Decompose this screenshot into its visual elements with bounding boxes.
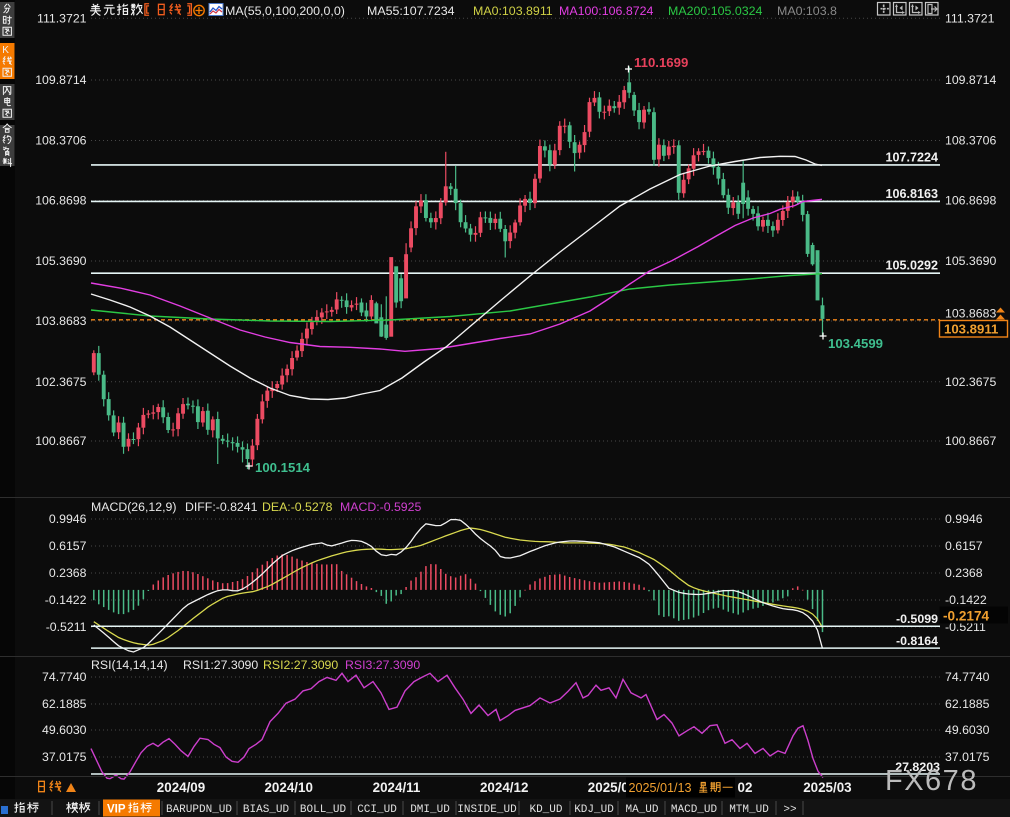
- svg-text:100.8667: 100.8667: [945, 434, 996, 448]
- svg-text:>>: >>: [783, 804, 796, 816]
- svg-text:2025/03: 2025/03: [803, 780, 851, 795]
- svg-text:100.1514: 100.1514: [255, 460, 311, 475]
- svg-text:105.3690: 105.3690: [945, 254, 996, 268]
- svg-text:0.2368: 0.2368: [945, 566, 983, 580]
- svg-text:FX678: FX678: [885, 765, 978, 797]
- svg-text:109.8714: 109.8714: [35, 73, 86, 87]
- svg-text:BARUPDN_UD: BARUPDN_UD: [166, 804, 232, 816]
- svg-text:DEA:-0.5278: DEA:-0.5278: [262, 500, 333, 514]
- svg-text:KD_UD: KD_UD: [529, 804, 562, 816]
- svg-text:MACD_UD: MACD_UD: [671, 804, 718, 816]
- svg-text:111.3721: 111.3721: [37, 12, 87, 26]
- svg-text:105.0292: 105.0292: [885, 259, 938, 273]
- svg-text:37.0175: 37.0175: [945, 750, 990, 764]
- svg-text:-0.5099: -0.5099: [896, 612, 938, 626]
- svg-text:37.0175: 37.0175: [42, 750, 87, 764]
- svg-text:108.3706: 108.3706: [35, 134, 86, 148]
- svg-text:0.2368: 0.2368: [49, 566, 87, 580]
- svg-text:02: 02: [738, 780, 753, 795]
- svg-text:49.6030: 49.6030: [945, 723, 990, 737]
- svg-text:103.8683: 103.8683: [35, 314, 86, 328]
- svg-text:103.8911: 103.8911: [944, 322, 998, 337]
- svg-text:VIP: VIP: [107, 804, 126, 816]
- svg-text:2024/12: 2024/12: [480, 780, 528, 795]
- svg-text:K: K: [2, 45, 9, 56]
- svg-text:105.3690: 105.3690: [35, 254, 86, 268]
- svg-text:MA0:103.8: MA0:103.8: [777, 4, 837, 18]
- svg-text:0.9946: 0.9946: [945, 512, 983, 526]
- svg-text:MTM_UD: MTM_UD: [729, 804, 769, 816]
- svg-text:BIAS_UD: BIAS_UD: [243, 804, 290, 816]
- svg-text:RSI(14,14,14): RSI(14,14,14): [91, 658, 168, 672]
- svg-text:106.8698: 106.8698: [35, 194, 86, 208]
- svg-text:DMI_UD: DMI_UD: [410, 804, 450, 816]
- svg-text:74.7740: 74.7740: [42, 670, 87, 684]
- svg-text:108.3706: 108.3706: [945, 134, 996, 148]
- svg-text:102.3675: 102.3675: [35, 375, 86, 389]
- svg-text:RSI1:27.3090: RSI1:27.3090: [183, 658, 258, 672]
- svg-text:CCI_UD: CCI_UD: [357, 804, 397, 816]
- svg-text:MA_UD: MA_UD: [625, 804, 658, 816]
- svg-text:MA0:103.8911: MA0:103.8911: [473, 4, 553, 18]
- svg-text:-0.5211: -0.5211: [46, 620, 87, 634]
- svg-text:111.3721: 111.3721: [945, 12, 995, 26]
- svg-text:49.6030: 49.6030: [42, 723, 87, 737]
- svg-text:74.7740: 74.7740: [945, 670, 990, 684]
- svg-text:110.1699: 110.1699: [634, 55, 688, 70]
- svg-text:109.8714: 109.8714: [945, 73, 996, 87]
- svg-text:MA200:105.0324: MA200:105.0324: [668, 4, 762, 18]
- svg-text:MA(55,0,100,200,0,0): MA(55,0,100,200,0,0): [225, 4, 345, 18]
- svg-text:100.8667: 100.8667: [35, 434, 86, 448]
- svg-text:-0.8164: -0.8164: [896, 634, 938, 648]
- svg-text:0.6157: 0.6157: [49, 539, 87, 553]
- svg-text:62.1885: 62.1885: [945, 697, 990, 711]
- svg-text:RSI3:27.3090: RSI3:27.3090: [345, 658, 420, 672]
- svg-text:MACD(26,12,9): MACD(26,12,9): [91, 500, 176, 514]
- svg-text:2024/11: 2024/11: [373, 780, 421, 795]
- svg-text:-0.2174: -0.2174: [943, 609, 990, 624]
- svg-text:MA55:107.7234: MA55:107.7234: [367, 4, 455, 18]
- svg-text:KDJ_UD: KDJ_UD: [574, 804, 614, 816]
- svg-text:62.1885: 62.1885: [42, 697, 87, 711]
- svg-text:2025/01/13: 2025/01/13: [629, 781, 692, 795]
- svg-text:0.9946: 0.9946: [49, 512, 87, 526]
- svg-text:BOLL_UD: BOLL_UD: [300, 804, 347, 816]
- svg-text:107.7224: 107.7224: [885, 150, 938, 164]
- svg-text:-0.1422: -0.1422: [945, 593, 987, 607]
- svg-text:RSI2:27.3090: RSI2:27.3090: [263, 658, 338, 672]
- svg-text:2024/10: 2024/10: [264, 780, 312, 795]
- svg-text:102.3675: 102.3675: [945, 375, 996, 389]
- svg-text:2024/09: 2024/09: [157, 780, 205, 795]
- svg-text:MA100:106.8724: MA100:106.8724: [559, 4, 653, 18]
- svg-text:106.8163: 106.8163: [885, 187, 938, 201]
- svg-text:0.6157: 0.6157: [945, 539, 983, 553]
- svg-text:INSIDE_UD: INSIDE_UD: [457, 804, 517, 816]
- svg-text:-0.1422: -0.1422: [45, 593, 87, 607]
- svg-text:106.8698: 106.8698: [945, 194, 996, 208]
- svg-text:103.4599: 103.4599: [828, 336, 883, 351]
- svg-text:MACD:-0.5925: MACD:-0.5925: [340, 500, 421, 514]
- svg-text:DIFF:-0.8241: DIFF:-0.8241: [185, 500, 258, 514]
- svg-text:103.8683: 103.8683: [945, 306, 996, 320]
